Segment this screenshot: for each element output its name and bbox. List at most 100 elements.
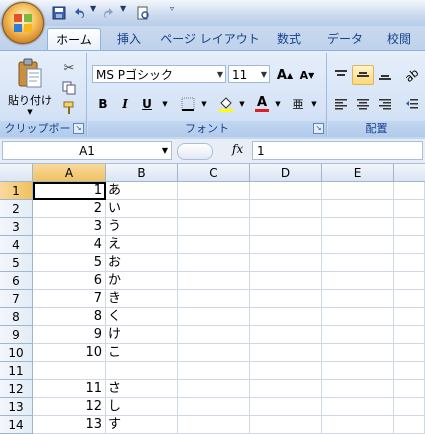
cell-empty[interactable] — [250, 308, 322, 326]
decrease-indent-button[interactable] — [400, 93, 424, 115]
cell-col-a[interactable] — [33, 362, 106, 380]
cell-col-b[interactable]: す — [106, 416, 178, 434]
cell-empty[interactable] — [322, 416, 394, 434]
cell-empty[interactable] — [394, 398, 425, 416]
cell-empty[interactable] — [178, 254, 250, 272]
cell-empty[interactable] — [250, 182, 322, 200]
cell-col-b[interactable]: う — [106, 218, 178, 236]
customize-qat-icon[interactable]: ▿ — [170, 4, 174, 13]
cell-empty[interactable] — [178, 362, 250, 380]
align-top-button[interactable] — [330, 65, 352, 85]
align-middle-button[interactable] — [352, 65, 374, 85]
cell-empty[interactable] — [394, 200, 425, 218]
cell-col-a[interactable]: 1 — [33, 182, 106, 200]
cell-col-b[interactable]: く — [106, 308, 178, 326]
font-name-select[interactable]: MS Pゴシック ▼ — [92, 65, 226, 83]
tab-review[interactable]: 校閲 — [376, 28, 422, 50]
redo-icon[interactable] — [100, 4, 118, 22]
font-size-select[interactable]: 11 ▼ — [228, 65, 270, 83]
row-header[interactable]: 8 — [0, 308, 33, 326]
cell-empty[interactable] — [394, 272, 425, 290]
column-header-e[interactable]: E — [322, 164, 394, 182]
cell-empty[interactable] — [178, 398, 250, 416]
cell-empty[interactable] — [250, 200, 322, 218]
font-color-dropdown-icon[interactable]: ▼ — [272, 93, 284, 115]
cell-empty[interactable] — [322, 326, 394, 344]
undo-dropdown-icon[interactable]: ▼ — [90, 4, 96, 13]
cell-col-a[interactable]: 5 — [33, 254, 106, 272]
print-preview-icon[interactable] — [134, 4, 152, 22]
cell-col-b[interactable] — [106, 362, 178, 380]
cell-empty[interactable] — [322, 236, 394, 254]
cell-col-b[interactable]: し — [106, 398, 178, 416]
cell-empty[interactable] — [178, 308, 250, 326]
tab-formulas[interactable]: 数式 — [265, 28, 313, 50]
cell-empty[interactable] — [250, 236, 322, 254]
cell-empty[interactable] — [178, 218, 250, 236]
align-center-button[interactable] — [352, 93, 374, 115]
fill-color-dropdown-icon[interactable]: ▼ — [236, 93, 248, 115]
cell-col-a[interactable]: 7 — [33, 290, 106, 308]
cell-col-a[interactable]: 12 — [33, 398, 106, 416]
cell-empty[interactable] — [394, 218, 425, 236]
cell-col-a[interactable]: 11 — [33, 380, 106, 398]
cell-empty[interactable] — [178, 380, 250, 398]
cell-empty[interactable] — [394, 290, 425, 308]
tab-data[interactable]: データ — [320, 28, 370, 50]
cell-empty[interactable] — [322, 200, 394, 218]
cell-empty[interactable] — [322, 290, 394, 308]
cell-col-a[interactable]: 9 — [33, 326, 106, 344]
cell-empty[interactable] — [322, 398, 394, 416]
column-header-b[interactable]: B — [106, 164, 178, 182]
cell-empty[interactable] — [394, 308, 425, 326]
cell-empty[interactable] — [322, 218, 394, 236]
cell-col-b[interactable]: さ — [106, 380, 178, 398]
row-header[interactable]: 14 — [0, 416, 33, 434]
cell-empty[interactable] — [178, 182, 250, 200]
cell-empty[interactable] — [394, 380, 425, 398]
bold-button[interactable]: B — [92, 93, 114, 115]
copy-button[interactable] — [58, 78, 80, 98]
cell-empty[interactable] — [178, 326, 250, 344]
redo-dropdown-icon[interactable]: ▼ — [120, 4, 126, 13]
row-header[interactable]: 2 — [0, 200, 33, 218]
row-header[interactable]: 13 — [0, 398, 33, 416]
office-button[interactable] — [2, 2, 44, 44]
cut-button[interactable]: ✂ — [58, 58, 80, 78]
formula-input[interactable]: 1 — [252, 141, 423, 160]
cell-empty[interactable] — [178, 416, 250, 434]
phonetic-button[interactable]: 亜 — [286, 93, 310, 115]
cell-empty[interactable] — [250, 272, 322, 290]
row-header[interactable]: 7 — [0, 290, 33, 308]
cell-empty[interactable] — [394, 416, 425, 434]
cell-empty[interactable] — [322, 362, 394, 380]
cell-empty[interactable] — [322, 272, 394, 290]
cell-empty[interactable] — [394, 326, 425, 344]
cell-col-a[interactable]: 6 — [33, 272, 106, 290]
row-header[interactable]: 10 — [0, 344, 33, 362]
column-header-c[interactable]: C — [178, 164, 250, 182]
column-header-d[interactable]: D — [250, 164, 322, 182]
row-header[interactable]: 11 — [0, 362, 33, 380]
align-right-button[interactable] — [374, 93, 396, 115]
row-header[interactable]: 4 — [0, 236, 33, 254]
formula-bar-splitter[interactable] — [177, 143, 213, 160]
cell-empty[interactable] — [394, 182, 425, 200]
name-box[interactable]: A1 ▼ — [2, 141, 172, 160]
row-header[interactable]: 5 — [0, 254, 33, 272]
underline-dropdown-icon[interactable]: ▼ — [158, 93, 172, 115]
cell-col-a[interactable]: 3 — [33, 218, 106, 236]
row-header[interactable]: 3 — [0, 218, 33, 236]
cell-empty[interactable] — [394, 344, 425, 362]
cell-empty[interactable] — [178, 344, 250, 362]
cell-empty[interactable] — [322, 308, 394, 326]
borders-button[interactable] — [176, 93, 200, 115]
cell-empty[interactable] — [178, 236, 250, 254]
cell-col-b[interactable]: け — [106, 326, 178, 344]
cell-empty[interactable] — [322, 254, 394, 272]
cell-empty[interactable] — [394, 362, 425, 380]
shrink-font-button[interactable]: A ▼ — [296, 65, 318, 85]
cell-empty[interactable] — [250, 218, 322, 236]
row-header[interactable]: 6 — [0, 272, 33, 290]
save-icon[interactable] — [50, 4, 68, 22]
